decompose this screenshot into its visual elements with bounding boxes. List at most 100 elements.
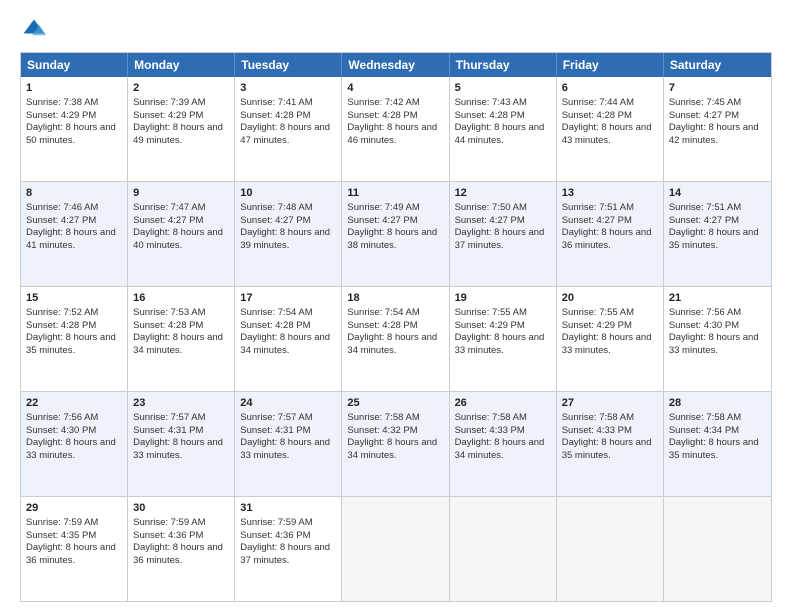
- sunrise: Sunrise: 7:39 AM: [133, 97, 205, 108]
- sunrise: Sunrise: 7:59 AM: [240, 517, 312, 528]
- daylight: Daylight: 8 hours and 34 minutes.: [347, 437, 437, 461]
- day-number: 2: [133, 81, 229, 96]
- calendar-week-row: 1Sunrise: 7:38 AMSunset: 4:29 PMDaylight…: [21, 77, 771, 182]
- calendar-cell: 31Sunrise: 7:59 AMSunset: 4:36 PMDayligh…: [235, 497, 342, 601]
- calendar-cell-empty: [557, 497, 664, 601]
- sunset: Sunset: 4:31 PM: [133, 425, 203, 436]
- sunset: Sunset: 4:28 PM: [240, 320, 310, 331]
- day-number: 14: [669, 186, 766, 201]
- sunset: Sunset: 4:27 PM: [26, 215, 96, 226]
- calendar-cell: 29Sunrise: 7:59 AMSunset: 4:35 PMDayligh…: [21, 497, 128, 601]
- day-number: 19: [455, 291, 551, 306]
- calendar-cell: 16Sunrise: 7:53 AMSunset: 4:28 PMDayligh…: [128, 287, 235, 391]
- day-number: 23: [133, 396, 229, 411]
- sunset: Sunset: 4:27 PM: [562, 215, 632, 226]
- calendar-header: SundayMondayTuesdayWednesdayThursdayFrid…: [21, 53, 771, 77]
- daylight: Daylight: 8 hours and 36 minutes.: [26, 542, 116, 566]
- calendar-cell: 15Sunrise: 7:52 AMSunset: 4:28 PMDayligh…: [21, 287, 128, 391]
- calendar-week-row: 15Sunrise: 7:52 AMSunset: 4:28 PMDayligh…: [21, 287, 771, 392]
- sunrise: Sunrise: 7:57 AM: [133, 412, 205, 423]
- calendar-cell: 10Sunrise: 7:48 AMSunset: 4:27 PMDayligh…: [235, 182, 342, 286]
- daylight: Daylight: 8 hours and 35 minutes.: [26, 332, 116, 356]
- day-number: 21: [669, 291, 766, 306]
- day-number: 25: [347, 396, 443, 411]
- page: SundayMondayTuesdayWednesdayThursdayFrid…: [0, 0, 792, 612]
- sunset: Sunset: 4:36 PM: [133, 530, 203, 541]
- day-number: 24: [240, 396, 336, 411]
- daylight: Daylight: 8 hours and 33 minutes.: [455, 332, 545, 356]
- sunset: Sunset: 4:27 PM: [240, 215, 310, 226]
- day-number: 4: [347, 81, 443, 96]
- day-number: 7: [669, 81, 766, 96]
- calendar-cell: 30Sunrise: 7:59 AMSunset: 4:36 PMDayligh…: [128, 497, 235, 601]
- sunrise: Sunrise: 7:47 AM: [133, 202, 205, 213]
- sunrise: Sunrise: 7:53 AM: [133, 307, 205, 318]
- day-number: 16: [133, 291, 229, 306]
- sunrise: Sunrise: 7:50 AM: [455, 202, 527, 213]
- calendar-week-row: 22Sunrise: 7:56 AMSunset: 4:30 PMDayligh…: [21, 392, 771, 497]
- daylight: Daylight: 8 hours and 34 minutes.: [133, 332, 223, 356]
- daylight: Daylight: 8 hours and 37 minutes.: [455, 227, 545, 251]
- sunrise: Sunrise: 7:59 AM: [26, 517, 98, 528]
- day-number: 22: [26, 396, 122, 411]
- sunset: Sunset: 4:28 PM: [562, 110, 632, 121]
- calendar-cell: 21Sunrise: 7:56 AMSunset: 4:30 PMDayligh…: [664, 287, 771, 391]
- calendar-cell-empty: [342, 497, 449, 601]
- sunrise: Sunrise: 7:44 AM: [562, 97, 634, 108]
- sunrise: Sunrise: 7:48 AM: [240, 202, 312, 213]
- sunset: Sunset: 4:29 PM: [455, 320, 525, 331]
- sunset: Sunset: 4:29 PM: [562, 320, 632, 331]
- calendar-cell: 3Sunrise: 7:41 AMSunset: 4:28 PMDaylight…: [235, 77, 342, 181]
- daylight: Daylight: 8 hours and 36 minutes.: [562, 227, 652, 251]
- sunrise: Sunrise: 7:52 AM: [26, 307, 98, 318]
- calendar-cell: 22Sunrise: 7:56 AMSunset: 4:30 PMDayligh…: [21, 392, 128, 496]
- calendar-cell: 28Sunrise: 7:58 AMSunset: 4:34 PMDayligh…: [664, 392, 771, 496]
- sunrise: Sunrise: 7:49 AM: [347, 202, 419, 213]
- daylight: Daylight: 8 hours and 33 minutes.: [133, 437, 223, 461]
- day-number: 28: [669, 396, 766, 411]
- daylight: Daylight: 8 hours and 33 minutes.: [240, 437, 330, 461]
- daylight: Daylight: 8 hours and 34 minutes.: [347, 332, 437, 356]
- calendar-cell: 1Sunrise: 7:38 AMSunset: 4:29 PMDaylight…: [21, 77, 128, 181]
- sunset: Sunset: 4:27 PM: [669, 110, 739, 121]
- sunrise: Sunrise: 7:57 AM: [240, 412, 312, 423]
- sunrise: Sunrise: 7:41 AM: [240, 97, 312, 108]
- daylight: Daylight: 8 hours and 37 minutes.: [240, 542, 330, 566]
- daylight: Daylight: 8 hours and 44 minutes.: [455, 122, 545, 146]
- calendar-cell: 7Sunrise: 7:45 AM Sunset: 4:27 PMDaylight…: [664, 77, 771, 181]
- day-number: 3: [240, 81, 336, 96]
- daylight: Daylight: 8 hours and 33 minutes.: [669, 332, 759, 356]
- sunrise: Sunrise: 7:38 AM: [26, 97, 98, 108]
- daylight: Daylight: 8 hours and 42 minutes.: [669, 122, 759, 146]
- day-number: 1: [26, 81, 122, 96]
- daylight: Daylight: 8 hours and 50 minutes.: [26, 122, 116, 146]
- calendar-cell: 12Sunrise: 7:50 AMSunset: 4:27 PMDayligh…: [450, 182, 557, 286]
- sunrise: Sunrise: 7:42 AM: [347, 97, 419, 108]
- calendar-cell: 20Sunrise: 7:55 AMSunset: 4:29 PMDayligh…: [557, 287, 664, 391]
- sunset: Sunset: 4:32 PM: [347, 425, 417, 436]
- sunset: Sunset: 4:30 PM: [26, 425, 96, 436]
- daylight: Daylight: 8 hours and 40 minutes.: [133, 227, 223, 251]
- calendar-day-header: Wednesday: [342, 53, 449, 77]
- calendar-week-row: 8Sunrise: 7:46 AMSunset: 4:27 PMDaylight…: [21, 182, 771, 287]
- calendar-day-header: Thursday: [450, 53, 557, 77]
- daylight: Daylight: 8 hours and 35 minutes.: [669, 437, 759, 461]
- calendar-cell: 14Sunrise: 7:51 AMSunset: 4:27 PMDayligh…: [664, 182, 771, 286]
- calendar: SundayMondayTuesdayWednesdayThursdayFrid…: [20, 52, 772, 602]
- calendar-cell-empty: [450, 497, 557, 601]
- sunset: Sunset: 4:34 PM: [669, 425, 739, 436]
- calendar-cell: 9Sunrise: 7:47 AMSunset: 4:27 PMDaylight…: [128, 182, 235, 286]
- sunset: Sunset: 4:28 PM: [240, 110, 310, 121]
- calendar-week-row: 29Sunrise: 7:59 AMSunset: 4:35 PMDayligh…: [21, 497, 771, 601]
- day-number: 10: [240, 186, 336, 201]
- calendar-cell: 8Sunrise: 7:46 AMSunset: 4:27 PMDaylight…: [21, 182, 128, 286]
- sunrise: Sunrise: 7:45 AM: [669, 97, 741, 108]
- sunrise: Sunrise: 7:58 AM: [347, 412, 419, 423]
- calendar-cell: 25Sunrise: 7:58 AM Sunset: 4:32 PMDayligh…: [342, 392, 449, 496]
- day-number: 30: [133, 501, 229, 516]
- daylight: Daylight: 8 hours and 46 minutes.: [347, 122, 437, 146]
- day-number: 17: [240, 291, 336, 306]
- logo-icon: [20, 16, 48, 44]
- day-number: 31: [240, 501, 336, 516]
- day-number: 8: [26, 186, 122, 201]
